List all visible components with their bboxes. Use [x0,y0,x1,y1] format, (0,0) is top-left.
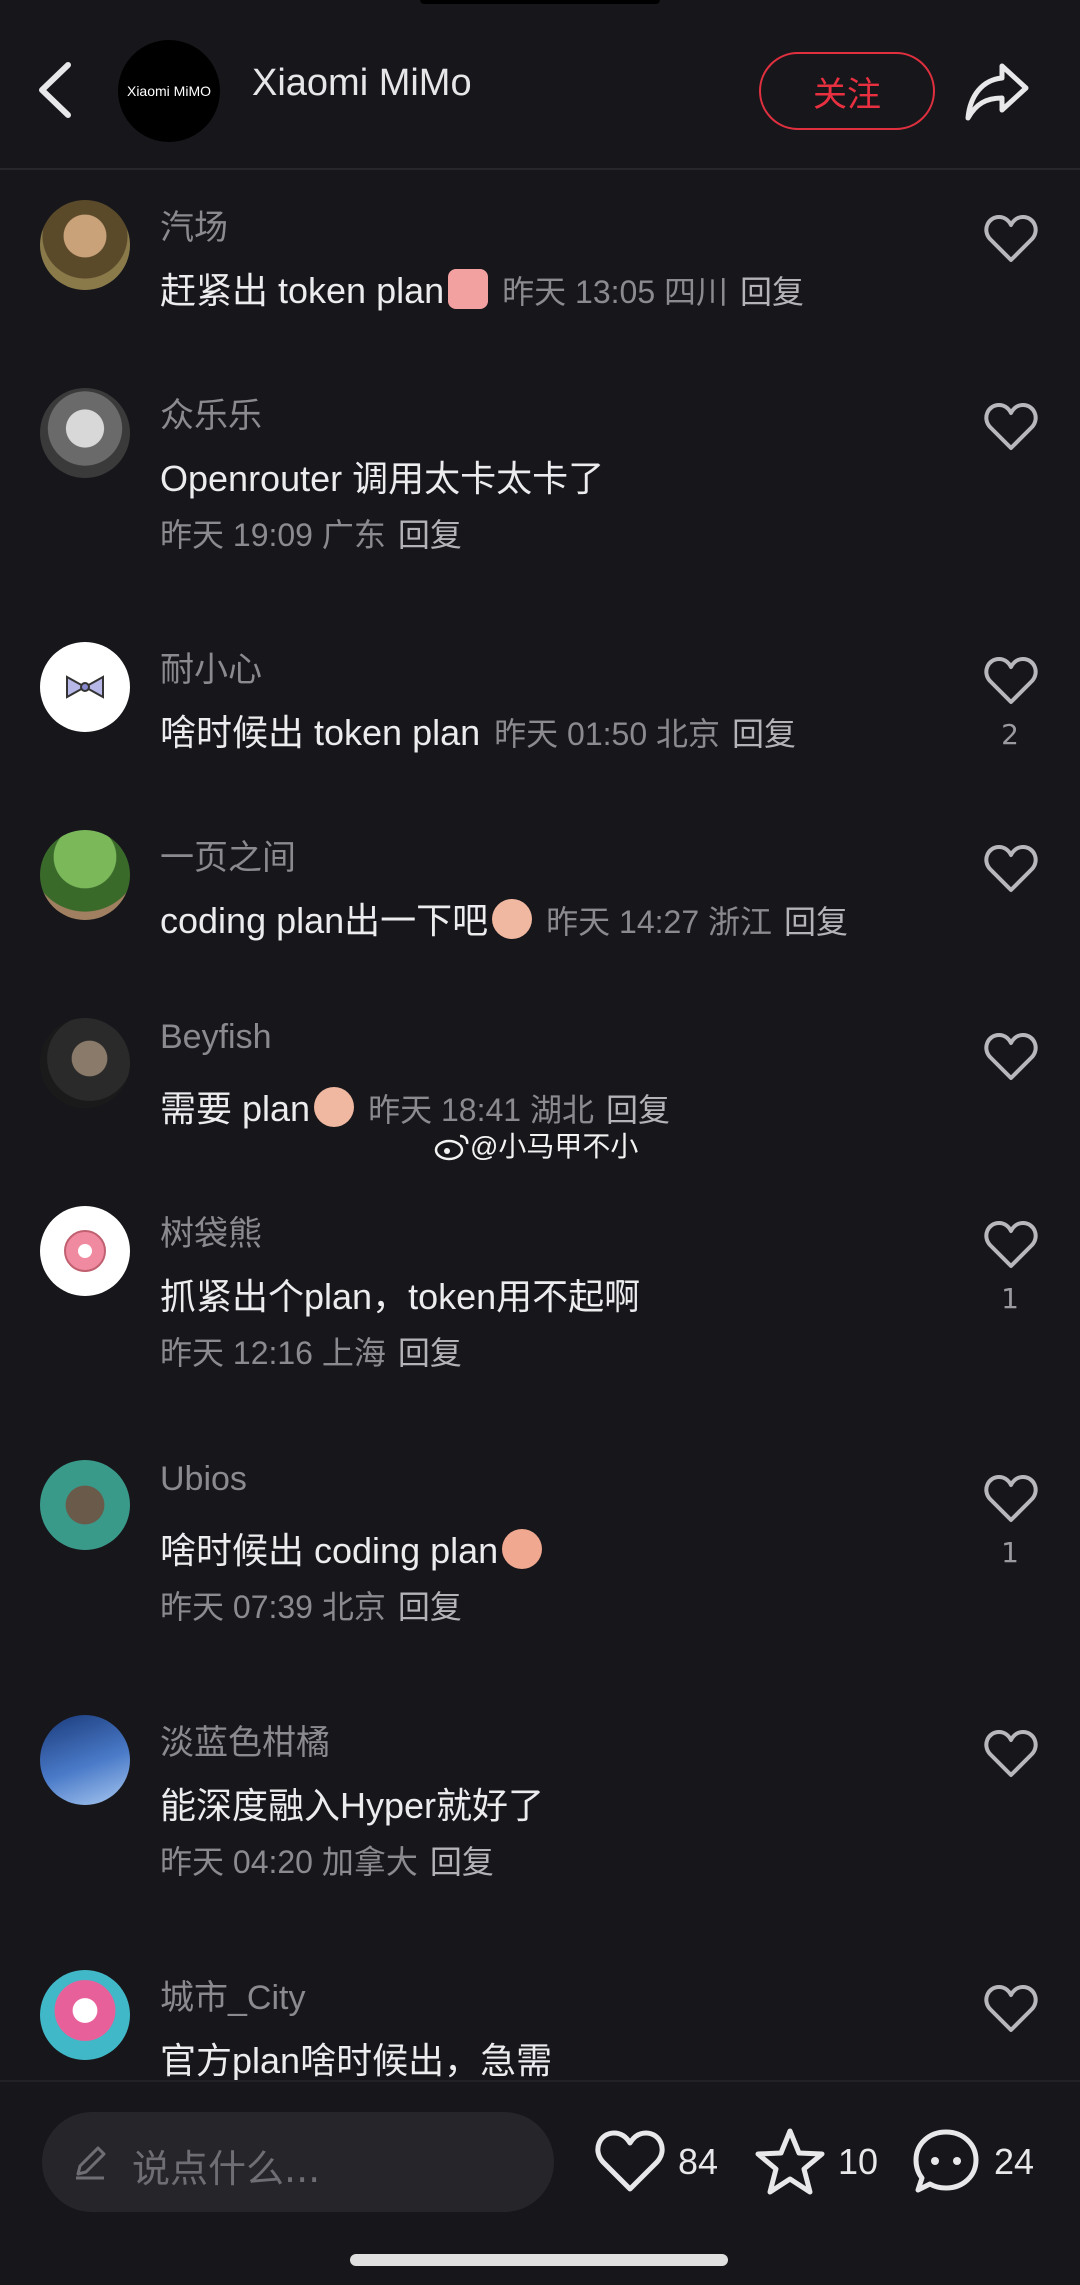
comment-meta: 昨天 07:39 北京 [160,1589,386,1625]
comment-meta: 昨天 13:05 四川 [502,274,729,310]
crying-emoji-icon [314,1087,355,1127]
comment-text: 需要 plan [160,1088,311,1129]
account-avatar[interactable]: Xiaomi MiMO [118,40,220,142]
commenter-name[interactable]: Ubios [160,1460,247,1499]
comment-text: 啥时候出 coding plan [160,1530,499,1571]
comment-text: 抓紧出个plan，token用不起啊 [160,1276,641,1317]
pen-icon [76,2146,106,2180]
account-name[interactable]: Xiaomi MiMo [252,62,472,105]
avatar[interactable] [40,388,130,478]
comment-meta-line: 昨天 04:20 加拿大 回复 [160,1837,494,1883]
share-icon[interactable] [962,58,1032,124]
reply-link[interactable]: 回复 [740,274,804,310]
commenter-name[interactable]: 众乐乐 [160,388,262,437]
commenter-name[interactable]: 耐小心 [160,642,262,691]
heart-icon[interactable] [984,402,1038,452]
reply-link[interactable]: 回复 [398,1589,462,1625]
back-arrow-icon[interactable] [28,55,88,125]
heart-icon[interactable] [984,1729,1038,1779]
like-count: 1 [1001,1282,1019,1315]
like-action[interactable]: 84 [594,2122,718,2202]
commenter-name[interactable]: 树袋熊 [160,1206,262,1255]
comment-meta: 昨天 19:09 广东 [160,517,386,553]
comment-meta-line: 昨天 19:09 广东 回复 [160,510,462,556]
like-count: 84 [678,2141,719,2182]
avatar[interactable] [40,200,130,290]
heart-icon[interactable] [984,656,1038,706]
crying-emoji-icon [502,1529,543,1569]
reply-link[interactable]: 回复 [784,904,848,940]
avatar[interactable] [40,1206,130,1296]
comment-meta: 昨天 14:27 浙江 [546,904,773,940]
reply-link[interactable]: 回复 [732,716,796,752]
reply-link[interactable]: 回复 [398,1335,462,1371]
avatar[interactable] [40,830,130,920]
follow-button[interactable]: 关注 [759,52,935,130]
weibo-icon [434,1134,469,1161]
like-count: 1 [1001,1536,1019,1569]
favorite-action[interactable]: 10 [754,2122,878,2202]
comment-input-placeholder: 说点什么... [132,2147,321,2191]
comment-line: 啥时候出 coding plan [160,1522,543,1574]
avatar[interactable] [40,1018,130,1108]
reply-link[interactable]: 回复 [606,1092,670,1128]
comment-text: coding plan出一下吧 [160,900,489,941]
heart-icon[interactable] [984,1984,1038,2034]
comment-meta: 昨天 04:20 加拿大 [160,1844,418,1880]
comment-input[interactable]: 说点什么... [42,2112,554,2212]
comment-meta: 昨天 12:16 上海 [160,1335,386,1371]
heart-icon[interactable] [984,844,1038,894]
comment-meta-line: 昨天 07:39 北京 回复 [160,1582,462,1628]
heart-icon[interactable] [984,1474,1038,1524]
crying-emoji-icon [492,899,533,939]
comment-line: 赶紧出 token plan 昨天 13:05 四川 回复 [160,262,804,314]
avatar[interactable] [40,1970,130,2060]
account-logo-text: Xiaomi MiMO [126,83,211,99]
comment-action[interactable]: 24 [910,2122,1034,2202]
donut-icon [64,1230,106,1272]
bow-icon [66,675,104,699]
watermark-text: @小马甲不小 [470,1131,639,1162]
commenter-name[interactable]: 城市_City [160,1970,305,2019]
home-indicator[interactable] [350,2254,728,2266]
commenter-name[interactable]: 一页之间 [160,830,296,879]
comment-line: coding plan出一下吧 昨天 14:27 浙江 回复 [160,892,848,944]
reply-link[interactable]: 回复 [398,517,462,553]
comment-meta-line: 昨天 12:16 上海 回复 [160,1328,462,1374]
like-count: 2 [1001,718,1019,751]
heart-icon[interactable] [984,1220,1038,1270]
comment-count: 24 [994,2141,1035,2182]
heart-icon[interactable] [984,214,1038,264]
favorite-count: 10 [838,2141,879,2182]
comment-text: 官方plan啥时候出，急需 [160,2040,553,2080]
notch [420,0,660,4]
thumbs-up-emoji-icon [448,269,489,309]
avatar[interactable] [40,642,130,732]
comment-meta: 昨天 01:50 北京 [494,716,721,752]
comment-text: Openrouter 调用太卡太卡了 [160,458,605,499]
commenter-name[interactable]: Beyfish [160,1018,272,1057]
comment-text: 赶紧出 token plan [160,270,445,311]
top-bar: Xiaomi MiMO Xiaomi MiMo 关注 [0,0,1080,170]
comment-bubble-icon [913,2129,979,2193]
watermark: @小马甲不小 [434,1125,638,1165]
heart-icon [595,2130,665,2192]
avatar[interactable] [40,1460,130,1550]
comment-text: 啥时候出 token plan [160,712,481,753]
commenter-name[interactable]: 淡蓝色柑橘 [160,1715,330,1764]
reply-link[interactable]: 回复 [430,1844,494,1880]
avatar[interactable] [40,1715,130,1805]
heart-icon[interactable] [984,1032,1038,1082]
commenter-name[interactable]: 汽场 [160,200,228,249]
star-icon [755,2128,825,2195]
comment-text: 能深度融入Hyper就好了 [160,1785,545,1826]
comment-meta: 昨天 18:41 湖北 [368,1092,594,1128]
comment-line: 啥时候出 token plan 昨天 01:50 北京 回复 [160,704,796,756]
